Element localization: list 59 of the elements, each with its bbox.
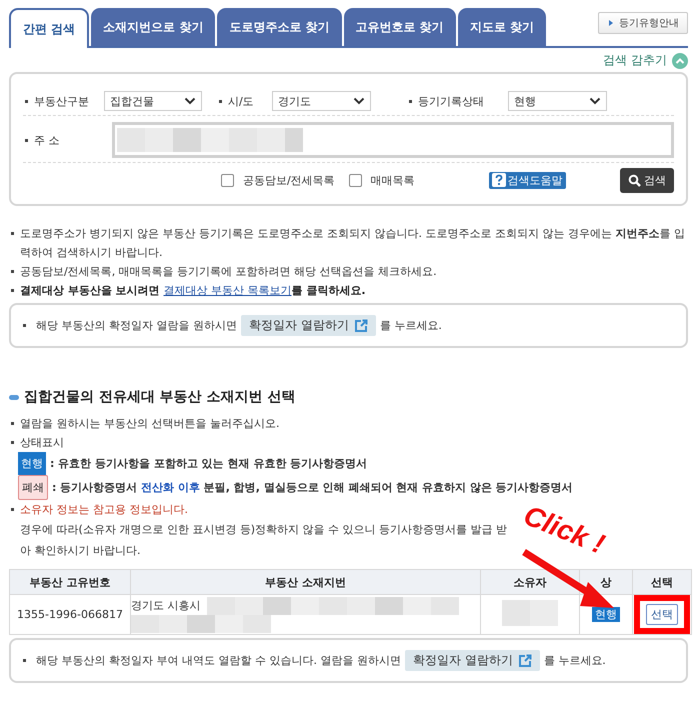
notice-text: 를 누르세요.	[380, 318, 442, 333]
search-icon	[628, 174, 641, 186]
column-header: 소유자	[480, 570, 580, 594]
instruction-text: 열람을 원하시는 부동산의 선택버튼을 눌러주십시오.	[20, 416, 280, 432]
hide-search-toggle[interactable]: 검색 감추기	[603, 52, 688, 69]
search-button[interactable]: 검색	[620, 168, 674, 192]
legend-text: : 유효한 등기사항을 포함하고 있는 현재 유효한 등기사항증명서	[50, 456, 368, 472]
note-text: 경우에 따라(소유자 개명으로 인한 표시변경 등)정확하지 않을 수 있으니 등기사항증명서를 발급 받아 확인하시기 바랍니다.	[19, 522, 508, 559]
notice-text: 해당 부동산의 확정일자 열람을 원하시면	[36, 318, 237, 333]
checkbox-label: 매매목록	[370, 172, 415, 188]
notice-text: 를 누르세요.	[544, 653, 606, 668]
notice-text: 해당 부동산의 확정일자 부여 내역도 열람할 수 있습니다. 열람을 원하시면	[36, 653, 401, 668]
guide-button[interactable]: 등기유형안내	[598, 12, 688, 34]
tab[interactable]: 고유번호로 찾기	[344, 8, 456, 46]
field-label: 등기기록상태	[418, 94, 485, 108]
external-link-icon	[354, 318, 368, 332]
legend-text: : 등기사항증명서 전산화 이후 분필, 합병, 멸실등으로 인해 폐쇄되어 현재 유효하지 않은 등기사항증명서	[52, 480, 573, 496]
redacted-text-blur	[502, 600, 558, 626]
tab[interactable]: 소재지번으로 찾기	[91, 8, 216, 46]
checkbox[interactable]	[348, 174, 362, 186]
note-text: 공동담보/전세목록, 매매목록을 등기기록에 포함하려면 해당 선택옵션을 체크하세요.	[20, 264, 438, 280]
dropdown[interactable]: 경기도	[272, 91, 371, 111]
tab[interactable]: 지도로 찾기	[458, 8, 546, 46]
column-header: 선택	[632, 570, 692, 594]
note-text: 도로명주소가 병기되지 않은 부동산 등기기록은 도로명주소로 조회되지 않습니다. 도로명주소로 조회되지 않는 경우에는 지번주소를 입력하여 검색하시기 바랍니다.	[20, 226, 686, 261]
dropdown[interactable]: 집합건물	[104, 91, 202, 111]
status-badge: 현행	[18, 452, 46, 475]
tab[interactable]: 도로명주소로 찾기	[217, 8, 342, 46]
select-button[interactable]: 선택	[646, 604, 678, 625]
section-title: 집합건물의 전유세대 부동산 소재지번 선택	[24, 388, 296, 406]
list-link[interactable]: 결제대상 부동산 목록보기	[164, 284, 292, 297]
chevron-down-icon	[184, 97, 196, 105]
table-cell-text: 경기도 시흥시	[131, 598, 200, 613]
instruction-text: 상태표시	[20, 435, 65, 451]
column-header: 부동산 고유번호	[10, 570, 130, 594]
chevron-icon	[672, 52, 688, 68]
field-label: 부동산구분	[34, 94, 90, 108]
checkbox-label: 공동담보/전세목록	[243, 172, 335, 188]
status-badge: 현행	[592, 607, 620, 622]
status-badge: 폐쇄	[18, 475, 48, 500]
triangle-icon	[607, 19, 615, 27]
field-label: 주 소	[34, 132, 60, 148]
title-marker-icon	[9, 394, 19, 400]
click-annotation: Click !	[519, 499, 609, 561]
table-cell: 1355-1996-066817	[10, 594, 130, 634]
tab[interactable]: 간편 검색	[9, 8, 90, 48]
address-field[interactable]	[112, 122, 674, 158]
chevron-down-icon	[353, 97, 365, 105]
chevron-down-icon	[589, 97, 601, 105]
question-icon	[492, 173, 506, 187]
note-text: 결제대상 부동산을 보시려면 결제대상 부동산 목록보기를 클릭하세요.	[20, 283, 367, 299]
checkbox[interactable]	[221, 174, 234, 186]
dropdown[interactable]: 현행	[508, 91, 607, 111]
help-button[interactable]: 검색도움말	[488, 172, 566, 188]
column-header: 부동산 소재지번	[130, 570, 480, 594]
date-view-button[interactable]: 확정일자 열람하기	[404, 650, 540, 671]
field-label: 시/도	[228, 94, 255, 108]
date-view-button[interactable]: 확정일자 열람하기	[241, 315, 376, 336]
external-link-icon	[518, 654, 532, 668]
